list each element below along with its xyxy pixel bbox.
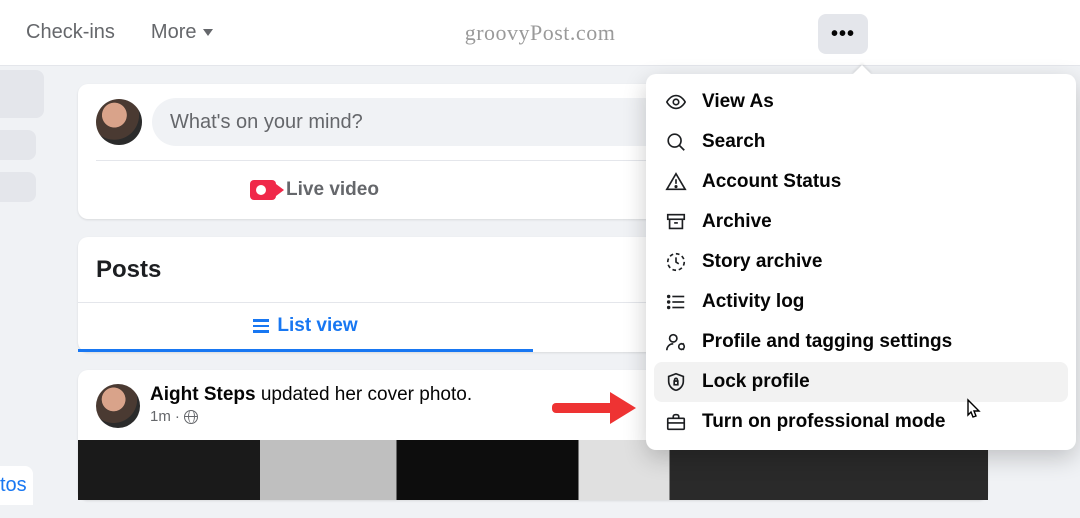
menu-activity-log[interactable]: Activity log <box>654 282 1068 322</box>
menu-label: Activity log <box>702 291 804 313</box>
clock-dashed-icon <box>664 250 688 274</box>
avatar[interactable] <box>96 384 140 428</box>
list-view-label: List view <box>277 315 357 337</box>
menu-label: Search <box>702 131 765 153</box>
post-headline: Aight Steps updated her cover photo. <box>150 384 472 406</box>
annotation-arrow <box>552 392 642 422</box>
menu-lock-profile[interactable]: Lock profile <box>654 362 1068 402</box>
warning-icon <box>664 170 688 194</box>
left-sidebar-stubs <box>0 66 60 214</box>
avatar[interactable] <box>96 99 142 145</box>
tab-more[interactable]: More <box>133 0 231 65</box>
more-options-button[interactable]: ••• <box>818 14 868 54</box>
menu-story-archive[interactable]: Story archive <box>654 242 1068 282</box>
menu-label: Lock profile <box>702 371 810 393</box>
menu-account-status[interactable]: Account Status <box>654 162 1068 202</box>
menu-label: Story archive <box>702 251 822 273</box>
menu-label: Turn on professional mode <box>702 411 946 433</box>
live-video-button[interactable]: Live video <box>96 169 533 211</box>
archive-icon <box>664 210 688 234</box>
menu-label: Account Status <box>702 171 841 193</box>
menu-professional-mode[interactable]: Turn on professional mode <box>654 402 1068 442</box>
live-video-label: Live video <box>286 179 379 201</box>
menu-archive[interactable]: Archive <box>654 202 1068 242</box>
menu-view-as[interactable]: View As <box>654 82 1068 122</box>
posts-title: Posts <box>96 256 161 284</box>
gear-user-icon <box>664 330 688 354</box>
tab-checkins[interactable]: Check-ins <box>8 0 133 65</box>
list-view-tab[interactable]: List view <box>78 303 533 352</box>
more-options-menu: View As Search Account Status Archive St… <box>646 74 1076 450</box>
menu-search[interactable]: Search <box>654 122 1068 162</box>
search-icon <box>664 130 688 154</box>
post-author[interactable]: Aight Steps <box>150 384 256 405</box>
menu-label: Profile and tagging settings <box>702 331 952 353</box>
photos-link-partial[interactable]: tos <box>0 466 33 505</box>
menu-label: Archive <box>702 211 772 233</box>
list-icon <box>253 319 269 333</box>
stub <box>0 172 36 202</box>
chevron-down-icon <box>203 29 213 36</box>
list-icon <box>664 290 688 314</box>
watermark-text: groovyPost.com <box>465 20 616 46</box>
public-icon <box>184 410 198 424</box>
stub <box>0 70 44 118</box>
live-video-icon <box>250 180 276 200</box>
tab-more-label: More <box>151 21 197 44</box>
menu-profile-tagging-settings[interactable]: Profile and tagging settings <box>654 322 1068 362</box>
profile-tabs-bar: Check-ins More groovyPost.com ••• <box>0 0 1080 66</box>
post-time: 1m <box>150 408 171 425</box>
stub <box>0 130 36 160</box>
eye-icon <box>664 90 688 114</box>
cursor-icon <box>964 398 982 426</box>
menu-label: View As <box>702 91 774 113</box>
post-action: updated her cover photo. <box>256 384 473 405</box>
shield-lock-icon <box>664 370 688 394</box>
post-meta: 1m · <box>150 408 472 425</box>
briefcase-icon <box>664 410 688 434</box>
